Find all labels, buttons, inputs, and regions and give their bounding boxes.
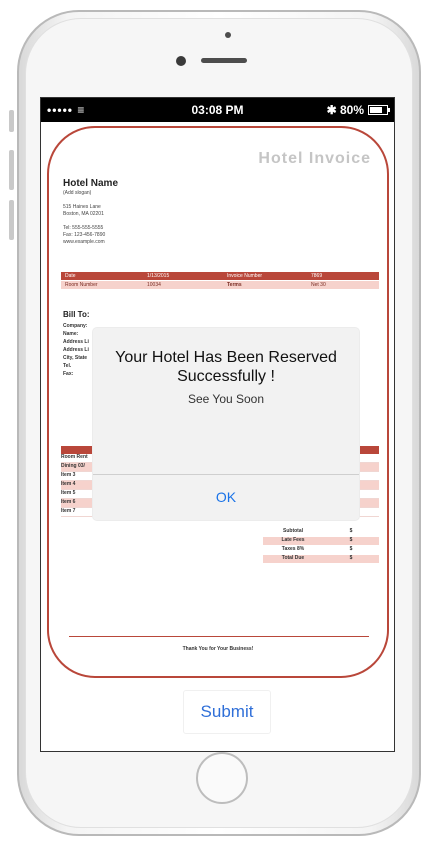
dialog-message: See You Soon <box>187 392 265 406</box>
bill-line: Address Li <box>63 347 89 353</box>
hotel-slogan: (Add slogan) <box>63 190 92 196</box>
total-label: Taxes 8% <box>281 546 305 552</box>
total-value: $ <box>349 528 353 534</box>
front-sensor <box>225 32 231 38</box>
hotel-fax: Fax: 123-456-7890 <box>63 232 106 238</box>
total-label: Late Fees <box>281 537 305 543</box>
total-value: $ <box>349 546 353 552</box>
mute-switch <box>9 110 14 132</box>
volume-up-button <box>9 150 14 190</box>
screen: ••••• ≡ 03:08 PM ✱ 80% Hotel Invoice Hot… <box>40 97 395 752</box>
bill-to-heading: Bill To: <box>63 310 90 319</box>
total-row: Subtotal $ <box>263 528 379 537</box>
volume-down-button <box>9 200 14 240</box>
bill-to-fields: Company: Name: Address Li Address Li Cit… <box>63 322 89 378</box>
date-value: 1/13/2015 <box>147 273 170 279</box>
totals-table: Subtotal $ Late Fees $ Taxes 8% $ Total … <box>263 528 379 564</box>
earpiece-speaker <box>201 58 247 63</box>
total-row: Late Fees $ <box>263 537 379 546</box>
address-line-2: Boston, MA 02201 <box>63 211 104 217</box>
terms-label: Terms <box>227 282 242 288</box>
bill-line: Name: <box>63 331 79 337</box>
battery-indicator: ✱ 80% <box>326 103 390 117</box>
ok-button[interactable]: OK <box>93 475 359 520</box>
terms-value: Net 30 <box>311 282 326 288</box>
total-row: Taxes 8% $ <box>263 546 379 555</box>
bill-line: Fax: <box>63 371 74 377</box>
battery-icon <box>368 105 390 115</box>
invoice-divider <box>69 636 369 637</box>
date-label: Date <box>65 273 76 279</box>
status-bar: ••••• ≡ 03:08 PM ✱ 80% <box>41 98 394 122</box>
room-info-band: Room Number 10034 Terms Net 30 <box>61 281 379 289</box>
total-label: Total Due <box>281 555 305 561</box>
thank-you-text: Thank You for Your Business! <box>182 646 254 652</box>
invoice-info-band: Date 1/13/2015 Invoice Number 7869 <box>61 272 379 280</box>
invoice-number-value: 7869 <box>311 273 323 279</box>
room-number-value: 10034 <box>147 282 161 288</box>
reservation-alert-dialog: Your Hotel Has Been Reserved Successfull… <box>93 328 359 520</box>
submit-button[interactable]: Submit <box>183 690 271 734</box>
address-line-1: 515 Haines Lane <box>63 204 101 210</box>
bill-line: Company: <box>63 323 88 329</box>
home-button[interactable] <box>196 752 248 804</box>
invoice-title: Hotel Invoice <box>258 150 371 167</box>
hotel-name: Hotel Name <box>63 178 119 189</box>
total-value: $ <box>349 537 353 543</box>
total-row: Total Due $ <box>263 555 379 564</box>
total-value: $ <box>349 555 353 561</box>
hotel-web: www.example.com <box>63 239 105 245</box>
front-camera <box>176 56 186 66</box>
hotel-tel: Tel: 555-555-5555 <box>63 225 104 231</box>
bill-line: Address Li <box>63 339 89 345</box>
room-number-label: Room Number <box>65 282 98 288</box>
invoice-number-label: Invoice Number <box>227 273 263 279</box>
bill-line: Tel. <box>63 363 72 369</box>
bill-line: City, State <box>63 355 88 361</box>
total-label: Subtotal <box>283 528 303 534</box>
dialog-title: Your Hotel Has Been Reserved Successfull… <box>115 349 337 385</box>
battery-percent: ✱ 80% <box>326 103 364 117</box>
